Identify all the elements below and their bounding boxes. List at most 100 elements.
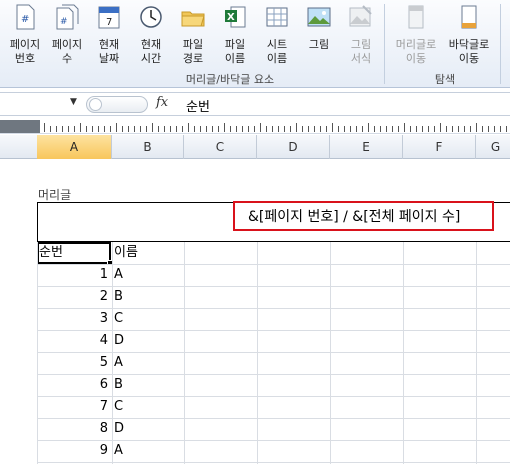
header-cell-name[interactable]: 이름 (114, 242, 182, 264)
svg-text:#: # (21, 14, 29, 25)
formula-input[interactable]: 순번 (186, 96, 210, 115)
header-cell-number[interactable]: 순번 (39, 242, 109, 264)
grid-line (184, 242, 185, 464)
ruler-tick (194, 126, 195, 132)
format-picture-button[interactable]: 그림 서식 (340, 2, 382, 68)
cell-number[interactable]: 5 (37, 352, 108, 374)
cell-number[interactable]: 8 (37, 418, 108, 440)
cell-number[interactable]: 2 (37, 286, 108, 308)
ruler-tick (434, 126, 435, 132)
header-caption: 머리글 (38, 188, 72, 202)
cell-name[interactable]: D (114, 418, 182, 440)
column-header-c[interactable]: C (184, 135, 257, 159)
grid-line (330, 242, 331, 464)
go-to-footer-button[interactable]: 바닥글로 이동 (448, 2, 490, 68)
ruler-tick (356, 126, 357, 132)
name-box[interactable] (0, 95, 80, 115)
go-to-header-button[interactable]: 머리글로 이동 (395, 2, 437, 68)
ruler-tick (422, 126, 423, 132)
cell-name[interactable]: D (114, 330, 182, 352)
ruler-tick (170, 126, 171, 132)
column-header-g[interactable]: G (476, 135, 510, 159)
cell-name[interactable]: A (114, 264, 182, 286)
ruler-tick (500, 126, 501, 132)
grid-line (476, 242, 477, 464)
folder-icon (181, 11, 205, 27)
column-header-e[interactable]: E (330, 135, 403, 159)
ruler-tick (86, 126, 87, 132)
go-to-footer-label: 바닥글로 이동 (448, 38, 490, 65)
ruler-tick (398, 126, 399, 132)
ruler-tick (248, 126, 249, 132)
horizontal-ruler (0, 120, 510, 134)
ruler-tick (104, 126, 105, 132)
ruler-tick (404, 123, 405, 132)
cell-number[interactable]: 9 (37, 440, 108, 462)
cell-number[interactable]: 7 (37, 396, 108, 418)
group-label-navigation: 탐색 (434, 73, 456, 86)
ruler-tick (62, 126, 63, 132)
insert-function-button[interactable]: fx (156, 95, 168, 110)
grid-line (403, 242, 404, 464)
name-box-dropdown-icon[interactable]: ▼ (70, 97, 77, 107)
cell-number[interactable]: 1 (37, 264, 108, 286)
ruler-tick (368, 123, 369, 132)
ruler-tick (350, 126, 351, 132)
sheet-name-button[interactable]: 시트 이름 (256, 2, 298, 68)
column-header-b[interactable]: B (112, 135, 184, 159)
ruler-tick (68, 126, 69, 132)
ruler-tick (284, 126, 285, 132)
ruler-margin (0, 120, 40, 133)
ruler-tick (476, 123, 477, 132)
ruler-tick (146, 126, 147, 132)
column-header-a[interactable]: A (37, 135, 112, 159)
ruler-tick (56, 126, 57, 132)
ruler-tick (212, 126, 213, 132)
ruler-tick (290, 126, 291, 132)
grid-line (112, 242, 113, 464)
formula-bar-resize-handle[interactable] (86, 96, 148, 113)
cell-number[interactable]: 3 (37, 308, 108, 330)
ruler-tick (326, 126, 327, 132)
ruler-tick (308, 126, 309, 132)
ruler-tick (272, 126, 273, 132)
ruler-tick (98, 126, 99, 132)
ruler-tick (374, 126, 375, 132)
ruler-tick (302, 126, 303, 132)
ruler-tick (320, 126, 321, 132)
ruler-tick (152, 123, 153, 132)
page-layout-view: 머리글 &[페이지 번호] / &[전체 페이지 수] 순번 이름 1 A 2 B 3 C 4 D… (0, 160, 510, 464)
column-header-f[interactable]: F (403, 135, 476, 159)
ruler-tick (314, 126, 315, 132)
cell-number[interactable]: 4 (37, 330, 108, 352)
column-headers: A B C D E F G (0, 135, 510, 159)
ruler-tick (386, 126, 387, 132)
page-count-icon: # (56, 4, 79, 30)
ruler-tick (470, 126, 471, 132)
ruler-tick (506, 126, 507, 132)
cell-name[interactable]: A (114, 352, 182, 374)
ruler-tick (80, 123, 81, 132)
ruler-tick (332, 123, 333, 132)
ruler-tick (50, 126, 51, 132)
cell-name[interactable]: B (114, 374, 182, 396)
ruler-tick (338, 126, 339, 132)
ruler-tick (110, 126, 111, 132)
ruler-tick (176, 126, 177, 132)
ruler-tick (200, 126, 201, 132)
column-header-d[interactable]: D (257, 135, 330, 159)
ruler-tick (260, 123, 261, 132)
cell-name[interactable]: A (114, 440, 182, 462)
svg-text:7: 7 (106, 17, 112, 28)
format-picture-icon (349, 5, 372, 27)
cell-number[interactable]: 6 (37, 374, 108, 396)
ruler-tick (242, 126, 243, 132)
go-to-header-label: 머리글로 이동 (395, 38, 437, 65)
svg-text:#: # (60, 17, 68, 27)
header-field-text[interactable]: &[페이지 번호] / &[전체 페이지 수] (248, 206, 460, 226)
ruler-tick (416, 126, 417, 132)
cell-name[interactable]: C (114, 396, 182, 418)
cell-name[interactable]: B (114, 286, 182, 308)
ruler-tick (446, 126, 447, 132)
cell-name[interactable]: C (114, 308, 182, 330)
